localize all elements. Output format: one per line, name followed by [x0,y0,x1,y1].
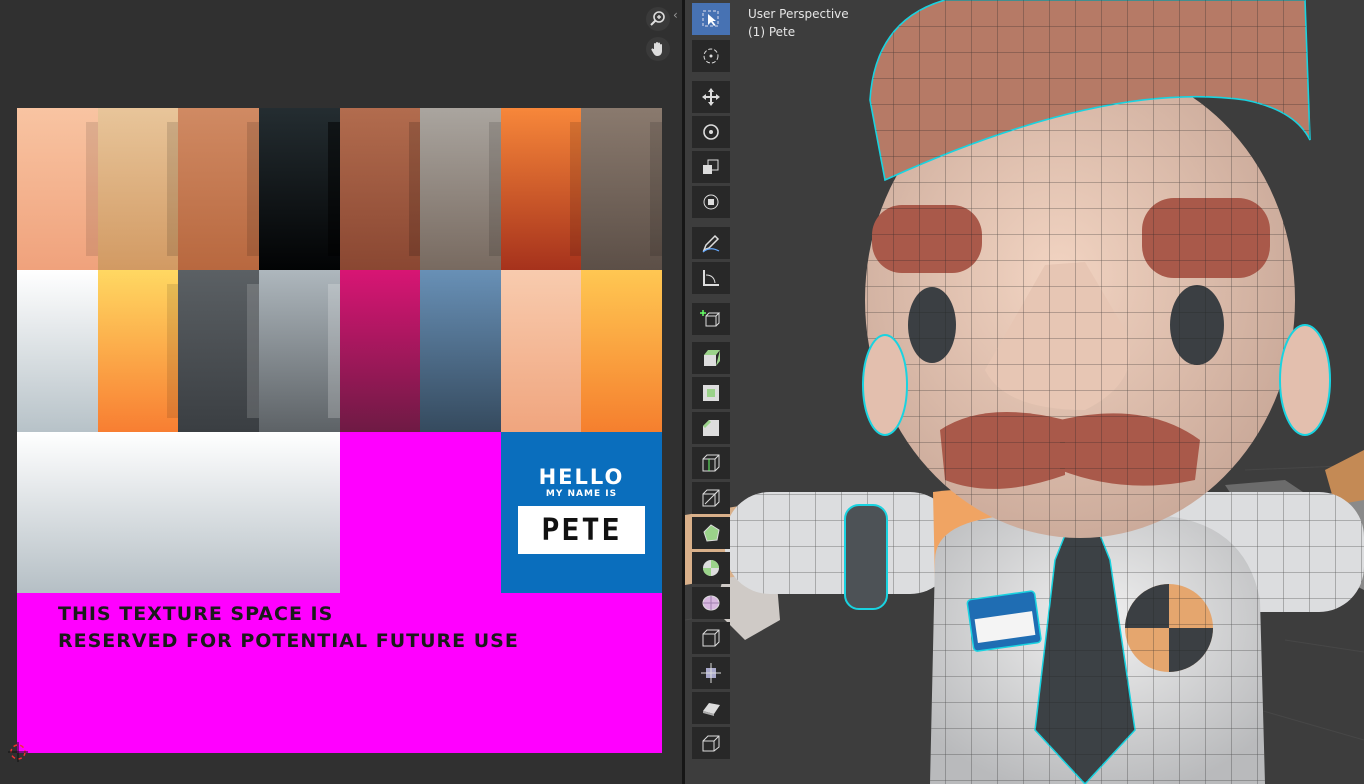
uv-editor[interactable]: ‹ HELLO MY NAME IS PETE THIS TEXTURE SPA… [0,0,682,784]
hello-text: HELLO [538,465,625,489]
3d-viewport[interactable]: User Perspective (1) Pete [685,0,1364,784]
name-text: PETE [541,512,622,548]
measure-tool-icon[interactable] [692,262,730,294]
move-tool-icon[interactable] [692,81,730,113]
my-name-is-text: MY NAME IS [545,489,618,499]
annotate-tool-icon[interactable] [692,227,730,259]
reserved-line-2: RESERVED FOR POTENTIAL FUTURE USE [58,630,519,652]
2d-cursor-icon[interactable] [8,742,28,762]
rotate-tool-icon[interactable] [692,116,730,148]
swatch-skin-mid [178,108,259,270]
name-box: PETE [518,506,645,554]
swatch-gold [581,270,662,432]
swatch-dark-taupe [581,108,662,270]
swatch-tan [98,108,179,270]
swatch-pink [340,270,421,432]
swatch-grey-brown [420,108,501,270]
swatch-dark-grey [178,270,259,432]
loop-cut-tool-icon[interactable] [692,447,730,479]
hand-pan-icon[interactable] [646,37,670,61]
swatch-peach [501,270,582,432]
character-mesh [685,0,1364,784]
inset-faces-tool-icon[interactable] [692,377,730,409]
extrude-region-tool-icon[interactable] [692,342,730,374]
smooth-tool-icon[interactable] [692,587,730,619]
reserved-line-1: THIS TEXTURE SPACE IS [58,603,334,625]
spin-tool-icon[interactable] [692,552,730,584]
swatch-black [259,108,340,270]
zoom-icon[interactable] [646,7,670,31]
cursor-tool-icon[interactable] [692,40,730,72]
viewport-header-text: User Perspective (1) Pete [748,5,849,41]
swatch-white-large [17,432,340,593]
edge-slide-tool-icon[interactable] [692,622,730,654]
name-tag-texture: HELLO MY NAME IS PETE [501,432,662,593]
object-label: (1) Pete [748,25,796,39]
scale-tool-icon[interactable] [692,151,730,183]
add-cube-tool-icon[interactable] [692,303,730,335]
collapse-arrow-icon[interactable]: ‹ [673,8,678,22]
swatch-brown [340,108,421,270]
rip-region-tool-icon[interactable] [692,727,730,759]
swatch-orange [501,108,582,270]
uv-texture: HELLO MY NAME IS PETE THIS TEXTURE SPACE… [17,108,662,753]
swatch-blue [420,270,501,432]
poly-build-tool-icon[interactable] [692,517,730,549]
shear-tool-icon[interactable] [692,692,730,724]
perspective-label: User Perspective [748,7,849,21]
swatch-yellow-orange [98,270,179,432]
transform-tool-icon[interactable] [692,186,730,218]
swatch-white [17,270,98,432]
reserved-note: THIS TEXTURE SPACE IS RESERVED FOR POTEN… [58,601,519,655]
shrink-fatten-tool-icon[interactable] [692,657,730,689]
bevel-tool-icon[interactable] [692,412,730,444]
swatch-skin-light [17,108,98,270]
select-box-tool-icon[interactable] [692,3,730,35]
swatch-light-grey [259,270,340,432]
knife-tool-icon[interactable] [692,482,730,514]
